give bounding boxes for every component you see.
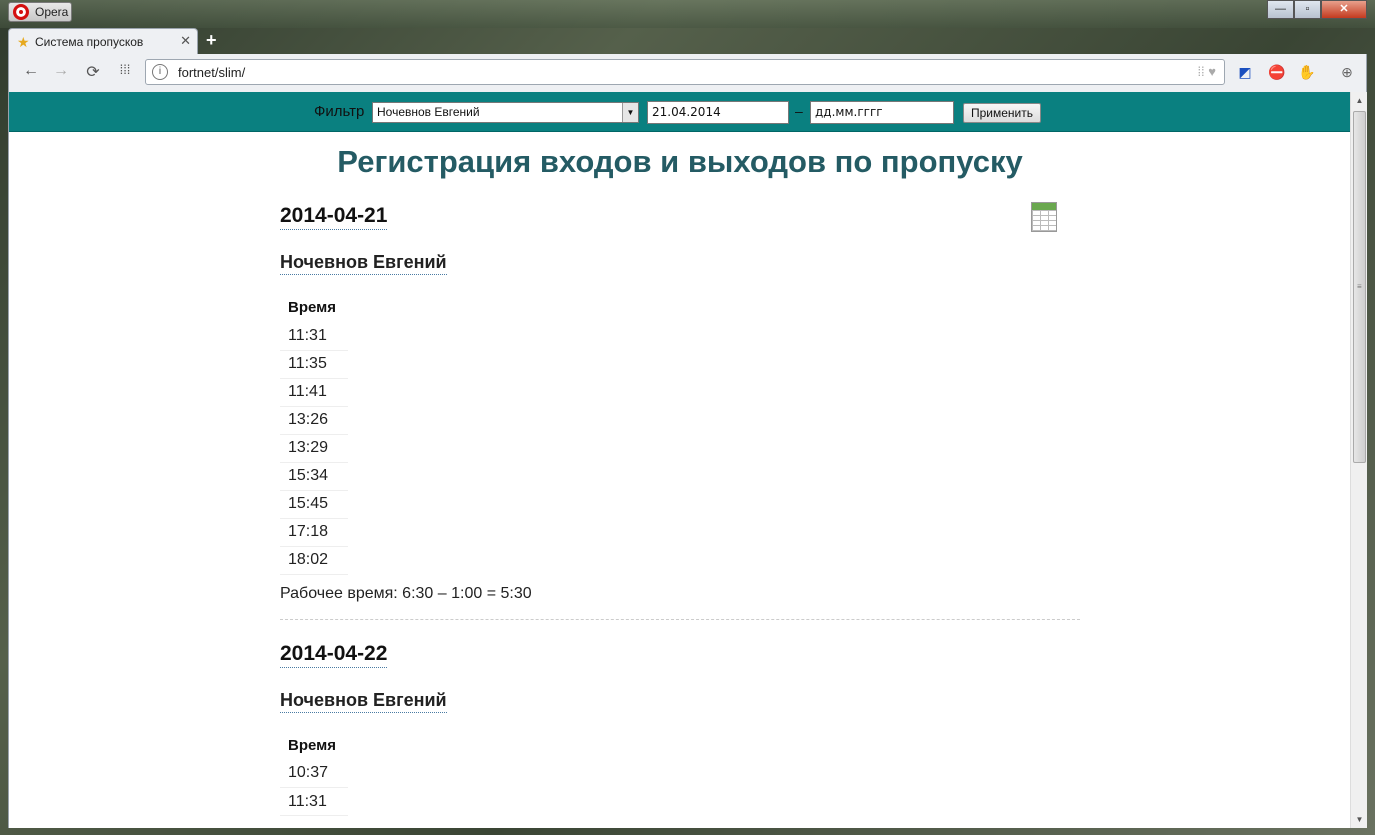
page-viewport: Фильтр Ночевнов Евгений ▼ 21.04.2014 – д… bbox=[8, 92, 1367, 828]
time-cell: 11:35 bbox=[280, 350, 349, 379]
table-row: 15:45 bbox=[280, 490, 349, 519]
date-to-input[interactable]: дд.мм.гггг bbox=[810, 101, 954, 124]
person-select[interactable]: Ночевнов Евгений ▼ bbox=[372, 102, 639, 123]
time-cell: 11:31 bbox=[280, 322, 349, 351]
table-row: 13:26 bbox=[280, 406, 349, 435]
worktime-summary: Рабочее время: 6:30 – 1:00 = 5:30 bbox=[280, 584, 532, 602]
time-cell: 13:29 bbox=[280, 434, 349, 463]
time-cell: 13:26 bbox=[280, 406, 349, 435]
scroll-down-icon[interactable]: ▼ bbox=[1351, 811, 1367, 828]
time-cell: 17:18 bbox=[280, 518, 349, 547]
download-icon[interactable]: ⊕ bbox=[1337, 62, 1357, 82]
main-content: 2014-04-21 Ночевнов Евгений Время 11:31 … bbox=[280, 192, 1080, 816]
times-table: Время 11:31 11:35 11:41 13:26 13:29 15:3… bbox=[280, 299, 349, 575]
table-row: 15:34 bbox=[280, 462, 349, 491]
date-heading[interactable]: 2014-04-22 bbox=[280, 642, 388, 668]
vertical-scrollbar[interactable]: ▲ ≡ ▼ bbox=[1350, 92, 1367, 828]
stash-heart-icon[interactable]: ⁞⁞ ♥ bbox=[1197, 64, 1216, 79]
adblock-extension-icon[interactable]: ⛔ bbox=[1267, 62, 1287, 82]
site-info-icon[interactable]: i bbox=[152, 64, 168, 80]
person-select-value: Ночевнов Евгений bbox=[377, 105, 480, 119]
table-row: 11:31 bbox=[280, 787, 349, 816]
table-row: 11:41 bbox=[280, 378, 349, 407]
opera-menu-label: Opera bbox=[35, 5, 69, 19]
grip-icon: ≡ bbox=[1357, 282, 1362, 291]
reload-icon[interactable]: ⟳ bbox=[83, 62, 103, 82]
tab-close-icon[interactable]: ✕ bbox=[180, 33, 191, 49]
address-bar[interactable]: i fortnet/slim/ ⁞⁞ ♥ bbox=[145, 59, 1225, 85]
table-row: 11:35 bbox=[280, 350, 349, 379]
close-window-button[interactable]: ✕ bbox=[1321, 0, 1367, 19]
time-column-header: Время bbox=[288, 299, 336, 316]
hand-extension-icon[interactable]: ✋ bbox=[1297, 62, 1317, 82]
date-heading[interactable]: 2014-04-21 bbox=[280, 204, 388, 230]
scroll-up-icon[interactable]: ▲ bbox=[1351, 92, 1367, 109]
time-column-header: Время bbox=[288, 736, 336, 754]
window-controls: — ▫ ✕ bbox=[1267, 0, 1367, 20]
person-heading[interactable]: Ночевнов Евгений bbox=[280, 690, 447, 713]
browser-toolbar: ← → ⟳ ⁞⁞⁞ i fortnet/slim/ ⁞⁞ ♥ ◩ ⛔ ✋ ⊕ bbox=[8, 54, 1367, 92]
person-heading[interactable]: Ночевнов Евгений bbox=[280, 252, 447, 275]
tab-title: Система пропусков bbox=[35, 35, 144, 49]
new-tab-button[interactable]: + bbox=[206, 30, 217, 51]
filter-label: Фильтр bbox=[314, 103, 365, 120]
maximize-button[interactable]: ▫ bbox=[1294, 0, 1321, 19]
date-range-dash: – bbox=[795, 103, 803, 119]
opera-menu-button[interactable]: Opera bbox=[8, 2, 72, 22]
star-favicon-icon: ★ bbox=[17, 34, 30, 50]
back-arrow-icon[interactable]: ← bbox=[21, 62, 41, 80]
browser-window: Opera — ▫ ✕ ★ Система пропусков ✕ + ← → … bbox=[0, 0, 1375, 835]
table-row: 13:29 bbox=[280, 434, 349, 463]
chevron-down-icon[interactable]: ▼ bbox=[622, 103, 638, 122]
speed-dial-grid-icon[interactable]: ⁞⁞⁞ bbox=[115, 62, 135, 77]
time-cell: 15:34 bbox=[280, 462, 349, 491]
filter-bar: Фильтр Ночевнов Евгений ▼ 21.04.2014 – д… bbox=[9, 92, 1351, 132]
day-section: 2014-04-22 Ночевнов Евгений Время 10:37 … bbox=[280, 620, 1080, 816]
time-cell: 18:02 bbox=[280, 546, 349, 575]
times-table: Время 10:37 11:31 bbox=[280, 736, 349, 816]
time-cell: 11:31 bbox=[280, 787, 349, 816]
time-cell: 11:41 bbox=[280, 378, 349, 407]
table-row: 17:18 bbox=[280, 518, 349, 547]
delicious-extension-icon[interactable]: ◩ bbox=[1235, 62, 1255, 82]
date-from-input[interactable]: 21.04.2014 bbox=[647, 101, 789, 124]
tab-active[interactable]: ★ Система пропусков ✕ bbox=[8, 28, 198, 54]
table-row: 11:31 bbox=[280, 322, 349, 351]
table-row: 18:02 bbox=[280, 546, 349, 575]
apply-button[interactable]: Применить bbox=[963, 103, 1041, 123]
day-section: 2014-04-21 Ночевнов Евгений Время 11:31 … bbox=[280, 192, 1080, 620]
page-title: Регистрация входов и выходов по пропуску bbox=[337, 144, 1023, 179]
url-text[interactable]: fortnet/slim/ bbox=[178, 65, 245, 80]
table-row: 10:37 bbox=[280, 759, 349, 788]
forward-arrow-icon[interactable]: → bbox=[51, 62, 71, 80]
opera-logo-icon bbox=[13, 4, 29, 20]
tab-strip: ★ Система пропусков ✕ + bbox=[0, 26, 1375, 54]
title-bar: Opera — ▫ ✕ bbox=[0, 0, 1375, 28]
minimize-button[interactable]: — bbox=[1267, 0, 1294, 19]
time-cell: 15:45 bbox=[280, 490, 349, 519]
time-cell: 10:37 bbox=[280, 759, 349, 788]
scroll-thumb[interactable]: ≡ bbox=[1353, 111, 1366, 463]
